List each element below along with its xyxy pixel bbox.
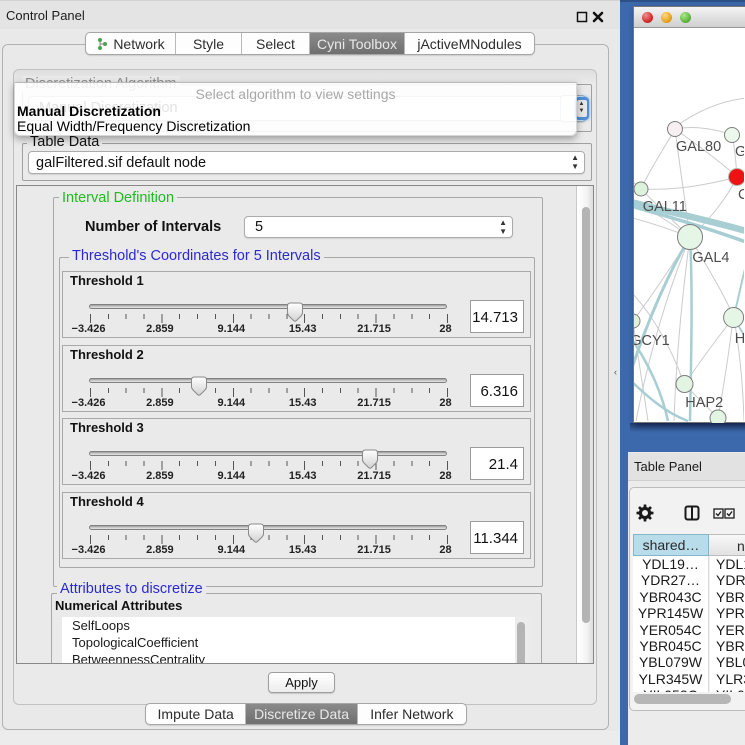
svg-text:C: C (738, 187, 744, 203)
svg-text:GAL11: GAL11 (643, 199, 687, 215)
svg-text:GAL4: GAL4 (692, 250, 729, 266)
svg-text:GCY1: GCY1 (634, 333, 670, 349)
svg-text:GAL80: GAL80 (676, 139, 721, 155)
svg-text:HAP2: HAP2 (685, 395, 723, 411)
svg-text:GAL7: GAL7 (735, 144, 744, 160)
svg-text:HIS4: HIS4 (735, 331, 744, 347)
